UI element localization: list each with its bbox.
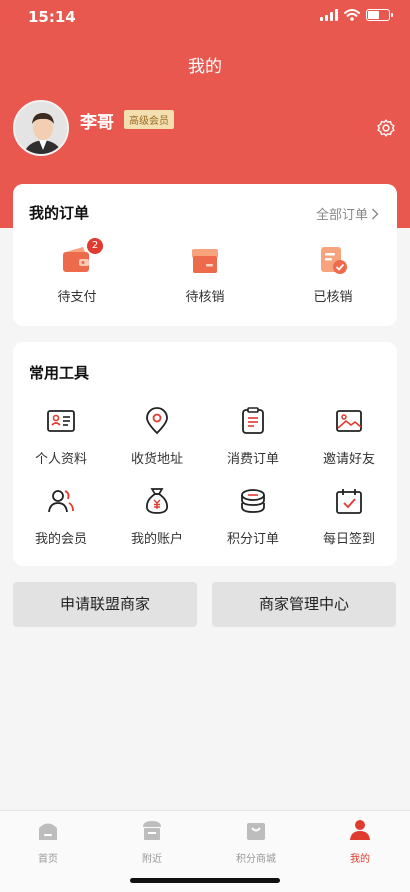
coins-icon <box>241 489 265 513</box>
orders-title: 我的订单 <box>29 204 90 222</box>
tool-label: 邀请好友 <box>322 452 375 467</box>
member-level-badge: 高级会员 <box>124 110 174 129</box>
tool-daily-checkin[interactable]: 每日签到 <box>301 486 397 547</box>
box-icon <box>192 249 218 273</box>
status-time: 15:14 <box>28 8 76 26</box>
clipboard-icon <box>242 407 264 434</box>
tool-label: 我的会员 <box>34 532 87 547</box>
tool-profile[interactable]: 个人资料 <box>13 406 109 467</box>
pending-count-badge: 2 <box>87 238 103 254</box>
users-icon <box>48 490 74 513</box>
page-title: 我的 <box>188 57 222 77</box>
id-card-icon <box>47 410 75 432</box>
tool-my-members[interactable]: 我的会员 <box>13 486 109 547</box>
settings-icon[interactable] <box>376 118 396 138</box>
tool-points-orders[interactable]: 积分订单 <box>205 486 301 547</box>
avatar[interactable] <box>13 100 69 156</box>
tab-nearby[interactable]: 附近 <box>112 819 192 865</box>
tab-label: 积分商城 <box>236 854 276 865</box>
tool-label: 每日签到 <box>322 532 375 547</box>
tool-label: 积分订单 <box>226 532 279 547</box>
status-bar: 15:14 <box>0 0 410 34</box>
location-pin-icon <box>146 407 168 435</box>
tab-label: 我的 <box>350 854 370 865</box>
user-name: 李哥 <box>80 113 114 133</box>
merchant-center-button[interactable]: 商家管理中心 <box>212 582 396 627</box>
order-pending-payment[interactable]: 2 待支付 <box>27 238 127 305</box>
order-verified[interactable]: 已核销 <box>283 244 383 305</box>
all-orders-link[interactable]: 全部订单 <box>316 204 379 223</box>
tools-card: 常用工具 个人资料 收货地址 消费订单 邀请好友 我的会员 我的账户 积分订单 … <box>13 342 397 566</box>
tab-mine[interactable]: 我的 <box>320 819 400 865</box>
tab-label: 首页 <box>38 854 58 865</box>
battery-icon <box>366 9 393 21</box>
tool-address[interactable]: 收货地址 <box>109 406 205 467</box>
home-indicator <box>130 878 280 883</box>
shopping-bag-icon <box>247 823 265 840</box>
order-item-label: 待核销 <box>185 290 225 305</box>
tool-label: 消费订单 <box>226 452 279 467</box>
tools-title: 常用工具 <box>29 364 90 382</box>
all-orders-label: 全部订单 <box>315 208 368 223</box>
tool-label: 收货地址 <box>130 452 183 467</box>
calendar-check-icon <box>336 489 362 514</box>
chevron-right-icon <box>372 208 379 219</box>
picture-icon <box>336 410 362 432</box>
status-icons <box>320 9 393 21</box>
tool-invite-friends[interactable]: 邀请好友 <box>301 406 397 467</box>
tool-consumption-orders[interactable]: 消费订单 <box>205 406 301 467</box>
store-icon <box>143 821 161 840</box>
money-bag-icon <box>146 488 168 514</box>
tab-label: 附近 <box>142 854 162 865</box>
tool-label: 我的账户 <box>130 532 183 547</box>
person-icon <box>350 820 370 840</box>
home-icon <box>39 823 57 840</box>
apply-merchant-button[interactable]: 申请联盟商家 <box>13 582 197 627</box>
order-item-label: 待支付 <box>57 290 97 305</box>
orders-card: 我的订单 全部订单 2 待支付 待核销 已核销 <box>13 184 397 326</box>
order-item-label: 已核销 <box>313 290 353 305</box>
tool-my-account[interactable]: 我的账户 <box>109 486 205 547</box>
tab-points-mall[interactable]: 积分商城 <box>216 819 296 865</box>
tool-label: 个人资料 <box>34 452 87 467</box>
signal-icon <box>320 9 338 21</box>
tab-home[interactable]: 首页 <box>8 819 88 865</box>
order-pending-verification[interactable]: 待核销 <box>155 244 255 305</box>
checked-receipt-icon <box>321 247 347 274</box>
wifi-icon <box>344 9 360 21</box>
